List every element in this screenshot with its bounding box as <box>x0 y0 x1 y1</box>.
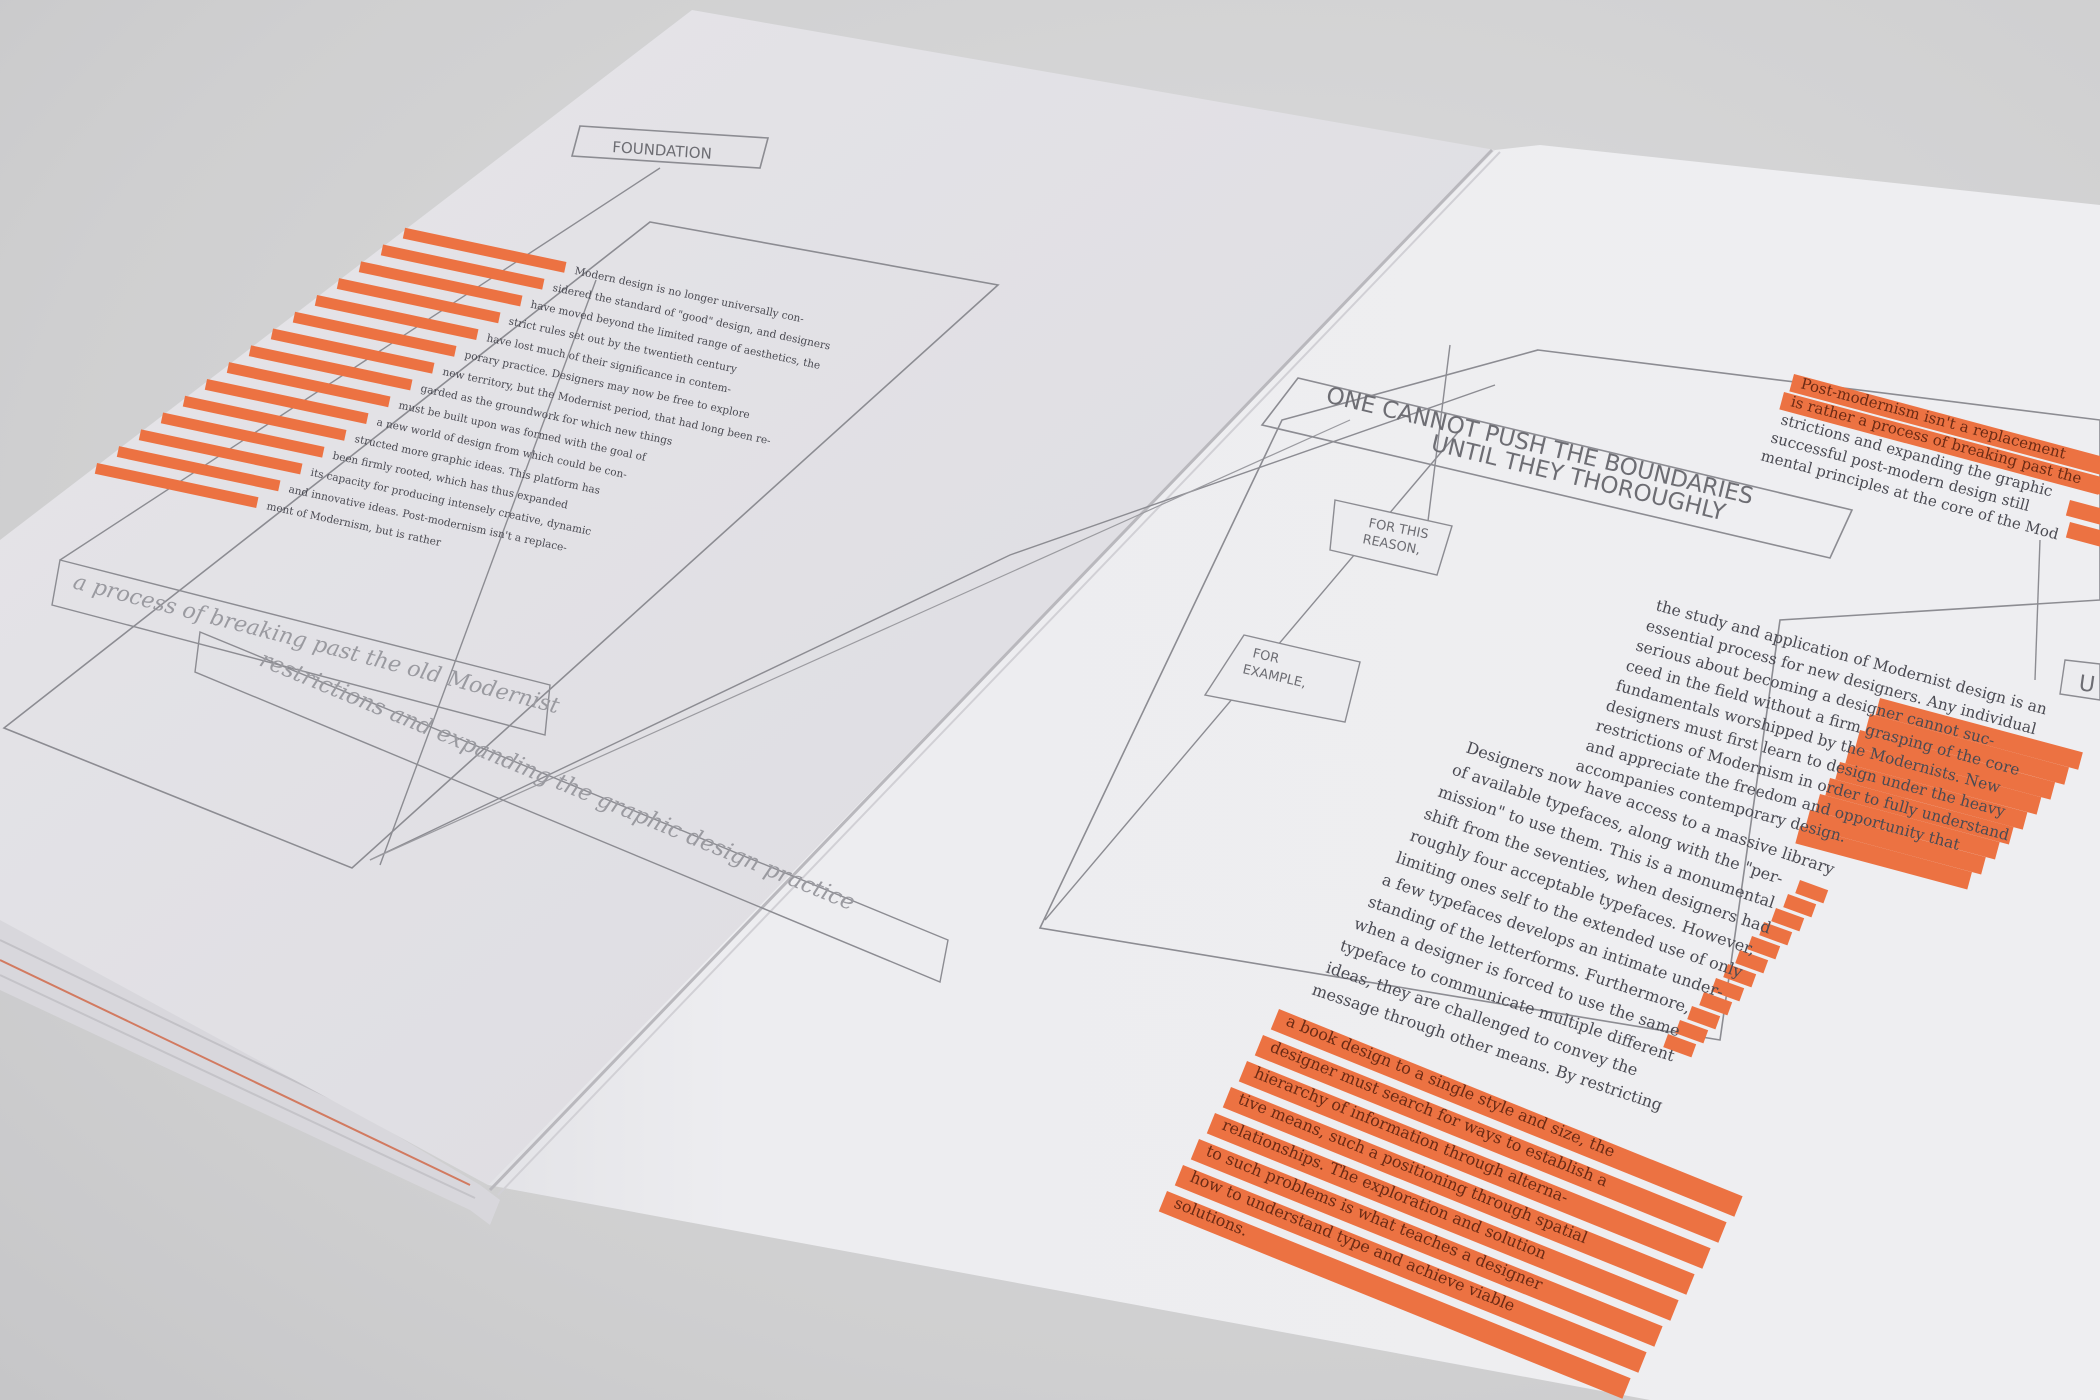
book-spread: FOUNDATION Modern design is no longer un… <box>0 10 2100 1400</box>
u-box-label: U <box>2077 671 2096 698</box>
book-photo-scene: FOUNDATION Modern design is no longer un… <box>0 0 2100 1400</box>
